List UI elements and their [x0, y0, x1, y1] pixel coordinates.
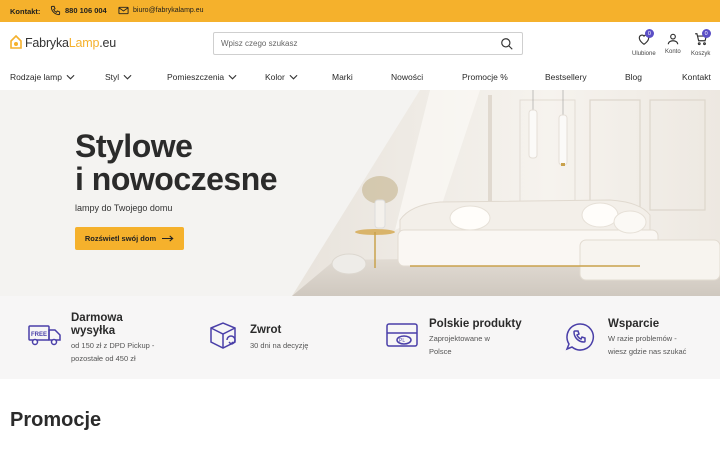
nav-item-promotions[interactable]: Promocje % — [462, 72, 508, 82]
search-icon[interactable] — [500, 37, 514, 51]
logo-text: FabrykaLamp.eu — [25, 36, 117, 50]
nav-item-new[interactable]: Nowości — [391, 72, 423, 82]
nav-item-brands[interactable]: Marki — [332, 72, 353, 82]
cart-button[interactable]: 0 Koszyk — [691, 29, 711, 57]
nav-item-color[interactable]: Kolor — [265, 72, 298, 82]
main-navigation: Rodzaje lamp Styl Pomieszczenia Kolor Ma… — [0, 68, 720, 88]
hero-subtitle: lampy do Twojego domu — [75, 203, 173, 213]
account-label: Konto — [665, 49, 681, 55]
chevron-down-icon — [289, 74, 298, 80]
hero-title: Stylowe i nowoczesne — [75, 128, 278, 197]
polish-product-icon: PL — [386, 323, 418, 347]
email-address: biuro@fabrykalamp.eu — [133, 7, 204, 14]
chevron-down-icon — [123, 74, 132, 80]
mail-icon — [118, 6, 129, 15]
benefit-description: od 150 zł z DPD Pickup - pozostałe od 450… — [71, 341, 155, 363]
nav-item-bestsellers[interactable]: Bestsellery — [545, 72, 587, 82]
arrow-right-icon — [162, 235, 174, 242]
contact-label: Kontakt: — [10, 7, 41, 16]
hero-banner: Stylowe i nowoczesne lampy do Twojego dom… — [0, 90, 720, 296]
chevron-down-icon — [228, 74, 237, 80]
support-phone-icon — [565, 323, 595, 351]
favorites-button[interactable]: 0 Ulubione — [632, 29, 656, 57]
cart-count-badge: 0 — [701, 29, 711, 38]
return-box-icon — [210, 322, 236, 349]
benefit-title: Wsparcie — [608, 318, 660, 330]
benefits-strip: FREE Darmowa wysyłka od 150 zł z DPD Pick… — [0, 296, 720, 379]
benefit-title: Polskie produkty — [429, 318, 522, 330]
pl-text: PL — [399, 338, 405, 344]
top-contact-bar: Kontakt: 880 106 004 biuro@fabrykalamp.e… — [0, 0, 720, 22]
favorites-count-badge: 0 — [644, 29, 654, 38]
site-logo[interactable]: FabrykaLamp.eu — [9, 35, 116, 51]
hero-cta-label: Rozświetl swój dom — [84, 234, 157, 243]
account-button[interactable]: Konto — [665, 32, 681, 55]
nav-item-style[interactable]: Styl — [105, 72, 132, 82]
nav-item-contact[interactable]: Kontakt — [682, 72, 711, 82]
nav-item-lamp-types[interactable]: Rodzaje lamp — [10, 72, 75, 82]
lamp-logo-icon — [10, 35, 22, 49]
hero-cta-button[interactable]: Rozświetl swój dom — [75, 227, 184, 250]
phone-link[interactable]: 880 106 004 — [50, 5, 107, 16]
nav-item-blog[interactable]: Blog — [625, 72, 642, 82]
free-delivery-truck-icon: FREE — [28, 325, 61, 346]
section-title-promotions: Promocje — [10, 409, 102, 431]
user-icon — [667, 33, 679, 45]
nav-item-rooms[interactable]: Pomieszczenia — [167, 72, 237, 82]
chevron-down-icon — [66, 74, 75, 80]
search-bar — [213, 32, 523, 55]
benefit-description: Zaprojektowane w Polsce — [429, 334, 490, 356]
benefit-title: Darmowa wysyłka — [71, 312, 123, 337]
truck-free-text: FREE — [31, 332, 47, 338]
benefit-title: Zwrot — [250, 324, 282, 336]
search-input[interactable] — [221, 39, 491, 48]
phone-number: 880 106 004 — [65, 6, 107, 15]
benefit-description: W razie problemów - wiesz gdzie nas szuka… — [608, 334, 687, 356]
email-link[interactable]: biuro@fabrykalamp.eu — [118, 5, 204, 16]
cart-label: Koszyk — [691, 51, 711, 57]
phone-icon — [50, 5, 61, 16]
benefit-description: 30 dni na decyzję — [250, 341, 309, 350]
favorites-label: Ulubione — [632, 51, 656, 57]
